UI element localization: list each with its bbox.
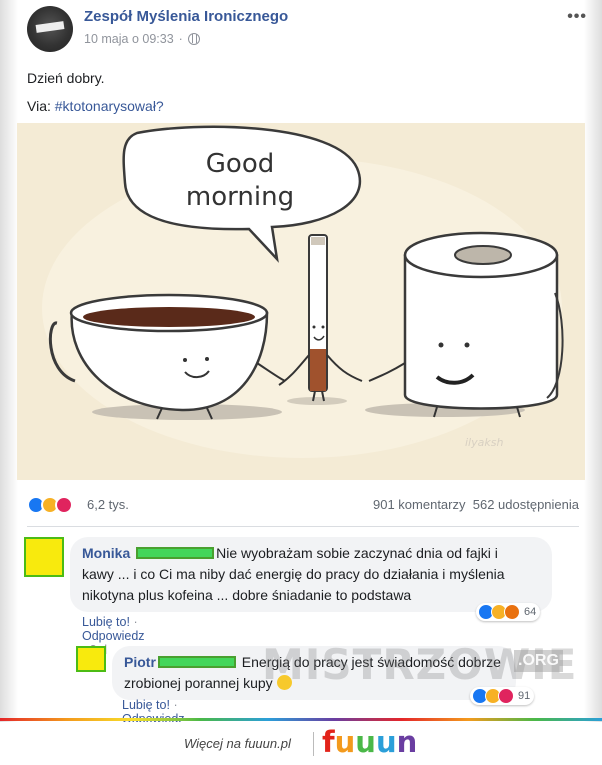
commenter-avatar[interactable] xyxy=(76,646,106,672)
post-header: Zespół Myślenia Ironicznego 10 maja o 09… xyxy=(27,6,587,54)
share-count[interactable]: 562 udostępnienia xyxy=(473,497,579,512)
comment-reactions[interactable]: 91 xyxy=(470,687,535,705)
page-name-link[interactable]: Zespół Myślenia Ironicznego xyxy=(84,8,288,25)
comments-shares: 901 komentarzy 562 udostępnienia xyxy=(373,497,579,512)
angry-reaction-icon xyxy=(504,604,520,620)
logo-letter: f xyxy=(322,725,335,759)
comment-bubble: Monika Nie wyobrażam sobie zaczynać dnia… xyxy=(70,537,552,612)
name-censor-bar xyxy=(136,547,215,559)
logo-letter: u xyxy=(334,725,356,759)
post-image[interactable]: Good morning ilyaksh xyxy=(17,123,585,480)
comment-text-line3: nikotyna plus kofeina ... dobre śniadani… xyxy=(82,587,412,603)
left-edge-shadow xyxy=(0,0,18,722)
fuuun-logo[interactable]: fuuun xyxy=(322,725,417,759)
commenter-name[interactable]: Piotr xyxy=(124,654,156,670)
facebook-post: Zespół Myślenia Ironicznego 10 maja o 09… xyxy=(0,0,602,740)
logo-letter: u xyxy=(355,725,376,759)
cartoon-illustration: Good morning ilyaksh xyxy=(17,123,585,480)
bubble-text-line2: morning xyxy=(186,182,294,212)
comment-text-line1: Nie wyobrażam sobie zaczynać dnia od faj… xyxy=(216,545,498,561)
footer-link-text[interactable]: Więcej na fuuun.pl xyxy=(184,736,291,751)
artist-signature: ilyaksh xyxy=(465,436,503,449)
reaction-count[interactable]: 6,2 tys. xyxy=(87,497,129,512)
love-reaction-icon xyxy=(498,688,514,704)
bubble-text-line1: Good xyxy=(206,149,274,179)
globe-icon xyxy=(187,33,200,45)
site-footer: Więcej na fuuun.pl fuuun xyxy=(0,722,602,765)
name-censor-bar xyxy=(157,656,236,668)
comment-reaction-count: 64 xyxy=(524,606,537,618)
comment-reaction-count: 91 xyxy=(518,690,531,702)
comment-text-line2: kawy ... i co Ci ma niby dać energię do … xyxy=(82,566,505,582)
comment-count[interactable]: 901 komentarzy xyxy=(373,497,466,512)
like-comment-link[interactable]: Lubię to! xyxy=(82,615,130,629)
stats-divider xyxy=(27,526,579,527)
post-meta: 10 maja o 09:33 · xyxy=(84,32,200,46)
page-avatar[interactable] xyxy=(27,6,73,52)
like-comment-link[interactable]: Lubię to! xyxy=(122,698,170,712)
post-via-line: Via: #ktotonarysował? xyxy=(27,92,164,120)
post-text-line: Dzień dobry. xyxy=(27,70,105,86)
comment-reactions[interactable]: 64 xyxy=(476,603,541,621)
commenter-name[interactable]: Monika xyxy=(82,545,130,561)
dot-separator: · xyxy=(133,615,138,629)
dot-separator: · xyxy=(178,32,183,46)
more-options-icon[interactable]: ••• xyxy=(567,8,587,26)
post-text: Dzień dobry. Via: #ktotonarysował? xyxy=(27,64,164,120)
footer-separator xyxy=(313,732,314,756)
site-watermark-suffix: .ORG xyxy=(514,650,563,672)
dot-separator: · xyxy=(173,698,178,712)
love-reaction-icon xyxy=(55,496,73,514)
post-reactions[interactable] xyxy=(27,496,73,514)
right-edge-shadow xyxy=(584,0,602,722)
comment-text-line2: zrobionej porannej kupy xyxy=(124,675,273,691)
logo-letter: n xyxy=(396,725,418,759)
via-prefix: Via: xyxy=(27,98,55,114)
logo-letter: u xyxy=(375,725,397,759)
hashtag-link[interactable]: #ktotonarysował? xyxy=(55,98,164,114)
post-stats: 6,2 tys. 901 komentarzy 562 udostępnieni… xyxy=(27,494,579,518)
rainbow-divider xyxy=(0,718,602,721)
reply-link[interactable]: Odpowiedz xyxy=(82,629,145,643)
commenter-avatar[interactable] xyxy=(24,537,64,577)
post-timestamp[interactable]: 10 maja o 09:33 xyxy=(84,32,174,46)
